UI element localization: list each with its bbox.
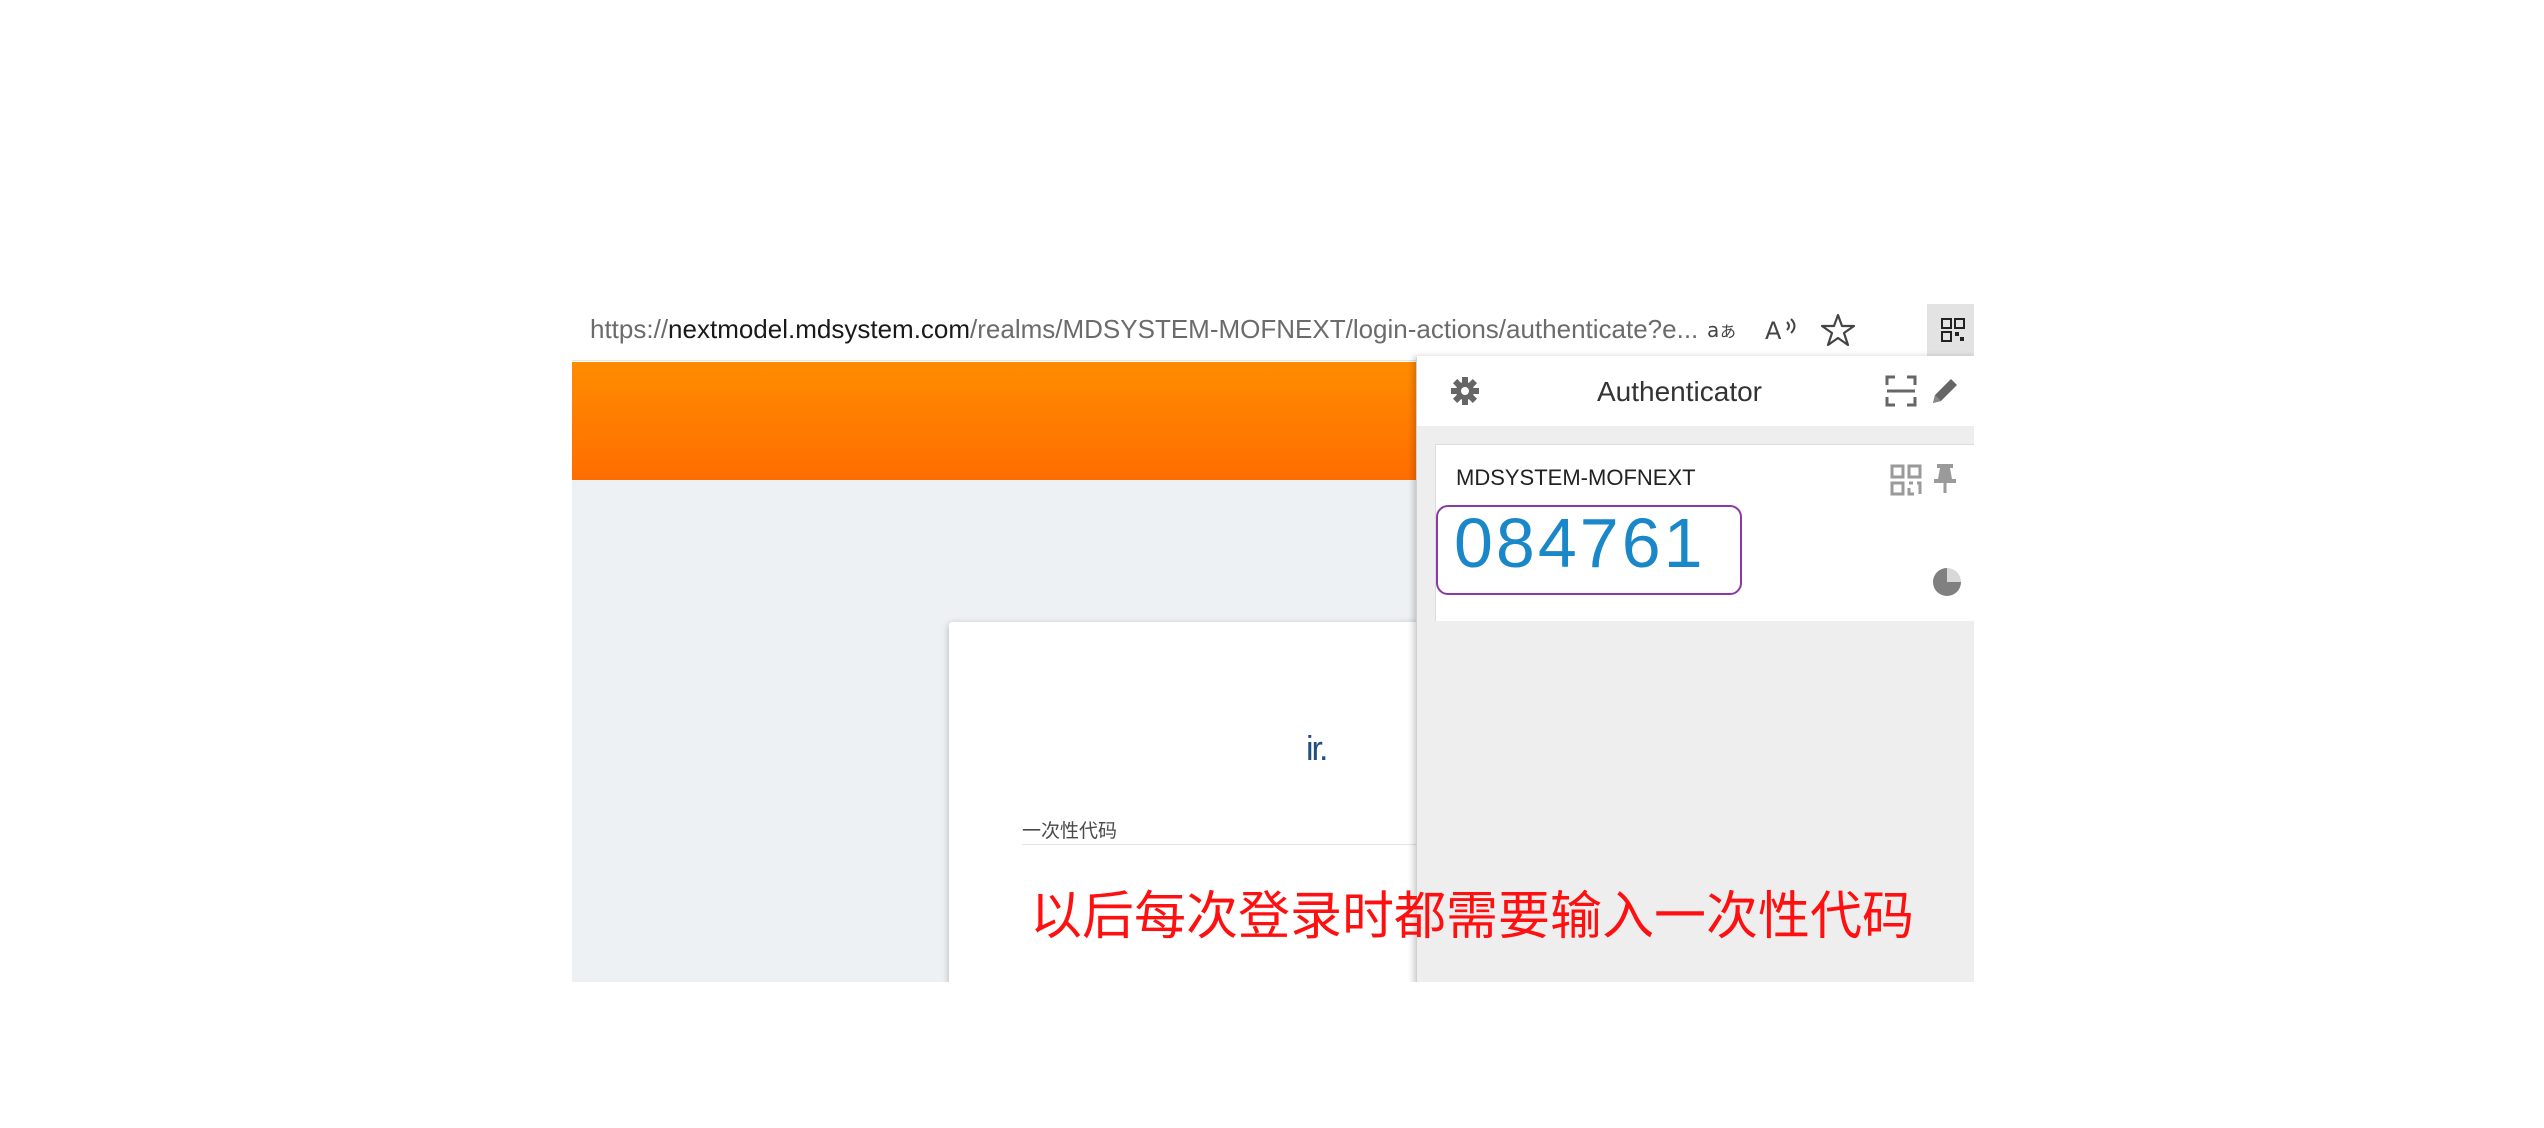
svg-text:a: a xyxy=(1707,318,1719,342)
account-issuer: MDSYSTEM-MOFNEXT xyxy=(1456,465,1696,490)
otp-code[interactable]: 084761 xyxy=(1454,503,1706,583)
pencil-icon[interactable] xyxy=(1927,373,1963,409)
url-text[interactable]: https://nextmodel.mdsystem.com/realms/MD… xyxy=(590,314,1698,345)
translate-icon[interactable]: a あ xyxy=(1704,310,1744,350)
extension-button[interactable] xyxy=(1927,304,1974,356)
read-aloud-icon[interactable]: A xyxy=(1762,310,1802,350)
authenticator-title: Authenticator xyxy=(1597,376,1762,407)
site-logo: ir. xyxy=(1306,730,1328,768)
qr-code-icon[interactable] xyxy=(1889,463,1923,497)
url-path: /realms/MDSYSTEM-MOFNEXT/login-actions/a… xyxy=(970,314,1699,344)
scan-icon[interactable] xyxy=(1883,373,1919,409)
screenshot-frame: https://nextmodel.mdsystem.com/realms/MD… xyxy=(572,300,1974,982)
url-prefix: https:// xyxy=(590,314,669,344)
account-entry[interactable]: MDSYSTEM-MOFNEXT 084761 xyxy=(1435,444,1974,621)
url-host: nextmodel.mdsystem.com xyxy=(668,314,971,344)
qr-code-icon xyxy=(1941,318,1965,342)
authenticator-header: Authenticator xyxy=(1417,356,1974,426)
svg-text:あ: あ xyxy=(1720,322,1736,341)
svg-text:A: A xyxy=(1765,317,1782,345)
star-icon[interactable] xyxy=(1818,310,1858,350)
instruction-caption: 以后每次登录时都需要输入一次性代码 xyxy=(1030,888,1915,946)
timer-pie-icon xyxy=(1930,565,1964,599)
browser-address-bar[interactable]: https://nextmodel.mdsystem.com/realms/MD… xyxy=(572,300,1974,361)
otp-label: 一次性代码 xyxy=(1022,821,1118,842)
gear-icon[interactable] xyxy=(1447,373,1483,409)
pin-icon[interactable] xyxy=(1928,461,1962,495)
